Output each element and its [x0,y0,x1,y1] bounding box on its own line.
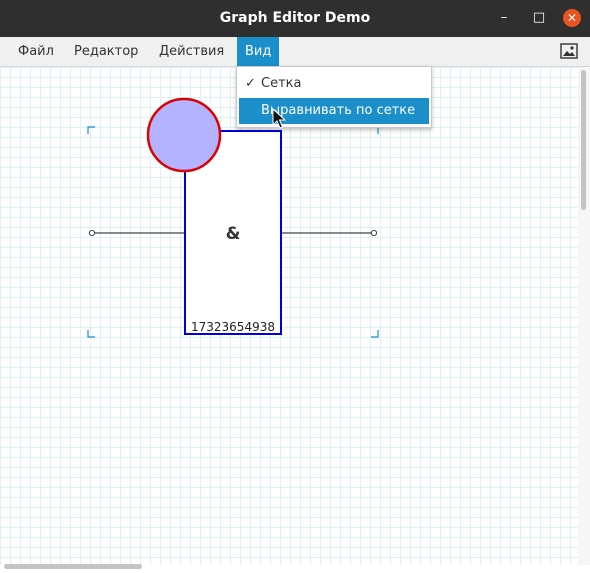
input-port[interactable] [88,229,96,237]
menu-bar: Файл Редактор Действия Вид [0,37,590,67]
circle-node[interactable] [146,97,222,173]
mouse-cursor-icon [272,108,286,129]
close-button[interactable]: ✕ [563,9,581,27]
menu-item-grid-label: Сетка [261,76,302,91]
menu-item-grid[interactable]: ✓ Сетка [239,71,429,97]
menu-actions[interactable]: Действия [151,37,232,66]
menu-view[interactable]: Вид [237,37,280,66]
diagram: & 17323654938 [87,97,379,338]
vertical-scrollbar[interactable] [581,70,586,210]
title-bar: Graph Editor Demo – □ ✕ [0,0,590,37]
maximize-button[interactable]: □ [530,9,548,27]
minimize-button[interactable]: – [495,9,513,27]
check-icon: ✓ [245,76,256,91]
view-menu-dropdown: ✓ Сетка Выравнивать по сетке [236,66,432,128]
graph-canvas[interactable]: & 17323654938 [0,67,578,565]
horizontal-scrollbar[interactable] [4,564,142,569]
gate-label: 17323654938 [191,320,275,334]
menu-file[interactable]: Файл [10,37,62,66]
image-icon[interactable] [560,42,578,60]
menu-item-snap-to-grid[interactable]: Выравнивать по сетке [239,98,429,124]
gate-symbol: & [226,224,241,244]
menu-editor[interactable]: Редактор [66,37,146,66]
output-port[interactable] [370,229,378,237]
